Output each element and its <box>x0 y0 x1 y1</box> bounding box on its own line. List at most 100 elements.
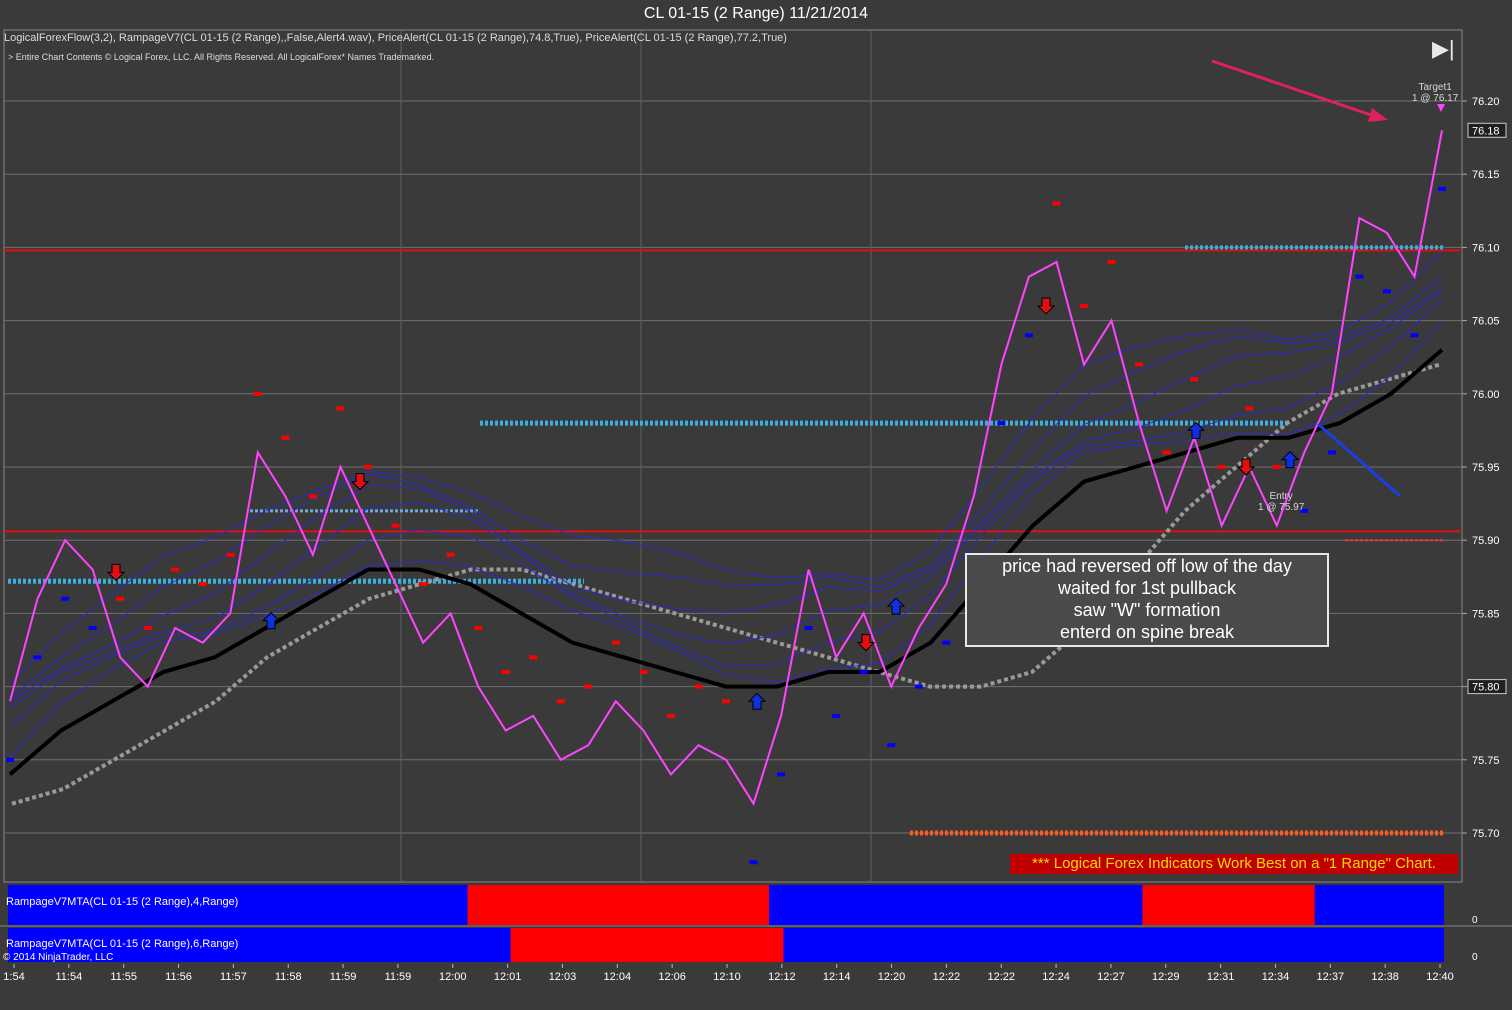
x-tick-label: 12:24 <box>1042 971 1070 983</box>
down-dot <box>474 626 483 631</box>
y-tick-label: 76.20 <box>1472 96 1500 108</box>
note-line: price had reversed off low of the day <box>1002 556 1292 576</box>
y-tick-label: 75.85 <box>1472 608 1500 620</box>
down-dot <box>1245 406 1254 411</box>
x-tick-label: 12:10 <box>713 971 741 983</box>
x-tick-label: 12:40 <box>1426 971 1454 983</box>
y-tick-label: 75.75 <box>1472 755 1500 767</box>
down-dot <box>556 699 565 704</box>
x-tick-label: 11:54 <box>55 971 82 983</box>
target-name: Target1 <box>1418 82 1452 93</box>
down-dot <box>391 523 400 528</box>
up-dot <box>1382 289 1391 294</box>
down-dot <box>226 552 235 557</box>
up-dot <box>887 743 896 748</box>
down-dot <box>336 406 345 411</box>
down-dot <box>1272 465 1281 469</box>
x-tick-label: 1:54 <box>3 971 24 983</box>
down-dot <box>308 494 317 499</box>
mta1-segment <box>1314 885 1444 925</box>
up-dot <box>88 626 97 631</box>
up-dot <box>832 713 841 718</box>
down-dot <box>666 713 675 718</box>
x-tick-label: 12:37 <box>1317 971 1345 983</box>
mta2-zero-label: 0 <box>1472 952 1478 963</box>
sell-arrow-icon <box>106 563 126 582</box>
x-tick-label: 11:58 <box>275 971 302 983</box>
buy-arrow-icon <box>886 597 906 615</box>
ninjatrader-copyright: © 2014 NinjaTrader, LLC <box>3 952 114 963</box>
down-dot <box>1135 362 1144 367</box>
y-tick-label: 75.95 <box>1472 462 1500 474</box>
target-label: Target1 1 @ 76.17 <box>1412 82 1458 104</box>
mta1-label: RampageV7MTA(CL 01-15 (2 Range),4,Range) <box>6 896 239 908</box>
entry-name: Entry <box>1269 491 1293 502</box>
price-tag-label: 75.80 <box>1472 682 1500 694</box>
down-dot <box>1162 450 1171 455</box>
entry-pointer-line <box>1317 422 1401 498</box>
x-tick-label: 12:29 <box>1152 971 1180 983</box>
up-dot <box>61 596 70 601</box>
up-dot <box>1438 186 1446 191</box>
content-copyright: > Entire Chart Contents © Logical Forex,… <box>8 52 435 62</box>
price-tag-label: 76.18 <box>1472 125 1500 137</box>
down-dot <box>116 596 125 601</box>
y-tick-label: 76.15 <box>1472 169 1500 181</box>
target-marker-icon <box>1437 104 1445 112</box>
plot-frame <box>3 29 1463 883</box>
x-tick-label: 12:20 <box>878 971 906 983</box>
down-dot <box>501 669 510 674</box>
down-dot <box>722 699 730 704</box>
down-dot <box>143 626 152 631</box>
x-tick-label: 12:01 <box>494 971 522 983</box>
up-dot <box>997 421 1006 426</box>
up-dot <box>1327 450 1336 455</box>
x-tick-label: 11:59 <box>330 971 357 983</box>
y-tick-label: 75.70 <box>1472 828 1500 840</box>
down-dot <box>1107 260 1116 265</box>
x-tick-label: 12:22 <box>987 971 1015 983</box>
down-dot <box>584 684 593 689</box>
down-dot <box>639 669 648 674</box>
x-tick-label: 11:59 <box>385 971 412 983</box>
up-dot <box>1410 333 1419 338</box>
ribbon-line <box>9 321 1443 758</box>
mta1-segment <box>1142 885 1315 925</box>
target-pointer-arrowhead <box>1368 108 1388 122</box>
note-line: saw "W" formation <box>1073 600 1221 620</box>
down-dot <box>1190 377 1199 382</box>
x-tick-label: 12:38 <box>1371 971 1399 983</box>
mta1-zero-label: 0 <box>1472 915 1478 926</box>
entry-label: Entry 1 @ 75.97 <box>1258 491 1304 513</box>
x-tick-label: 11:55 <box>110 971 137 983</box>
up-dot <box>859 669 868 674</box>
down-dot <box>1052 201 1061 206</box>
down-dot <box>529 655 538 660</box>
target-pointer-arrow <box>1211 59 1381 120</box>
down-dot <box>364 465 372 469</box>
annotation-box: price had reversed off low of the day wa… <box>965 553 1329 647</box>
x-tick-label: 12:34 <box>1262 971 1290 983</box>
mta1-segment <box>467 885 770 925</box>
x-tick-label: 12:14 <box>823 971 851 983</box>
up-dot <box>804 626 813 631</box>
up-dot <box>6 757 14 762</box>
x-tick-label: 12:31 <box>1207 971 1235 983</box>
x-tick-label: 12:00 <box>439 971 467 983</box>
up-dot <box>942 640 951 645</box>
mta2-segment <box>783 928 1444 962</box>
note-line: waited for 1st pullback <box>1057 578 1237 598</box>
sell-arrow-icon <box>1036 297 1056 315</box>
down-dot <box>694 684 703 689</box>
x-tick-label: 12:03 <box>549 971 577 983</box>
up-dot <box>1024 333 1033 338</box>
promo-banner: *** Logical Forex Indicators Work Best o… <box>1010 854 1458 874</box>
y-tick-label: 76.00 <box>1472 389 1500 401</box>
up-dot <box>914 684 923 689</box>
x-tick-label: 11:56 <box>165 971 192 983</box>
skip-forward-icon[interactable]: ▶| <box>1432 36 1455 62</box>
down-dot <box>1217 465 1226 469</box>
down-dot <box>198 582 207 587</box>
down-dot <box>611 640 620 645</box>
down-dot <box>1080 303 1088 308</box>
